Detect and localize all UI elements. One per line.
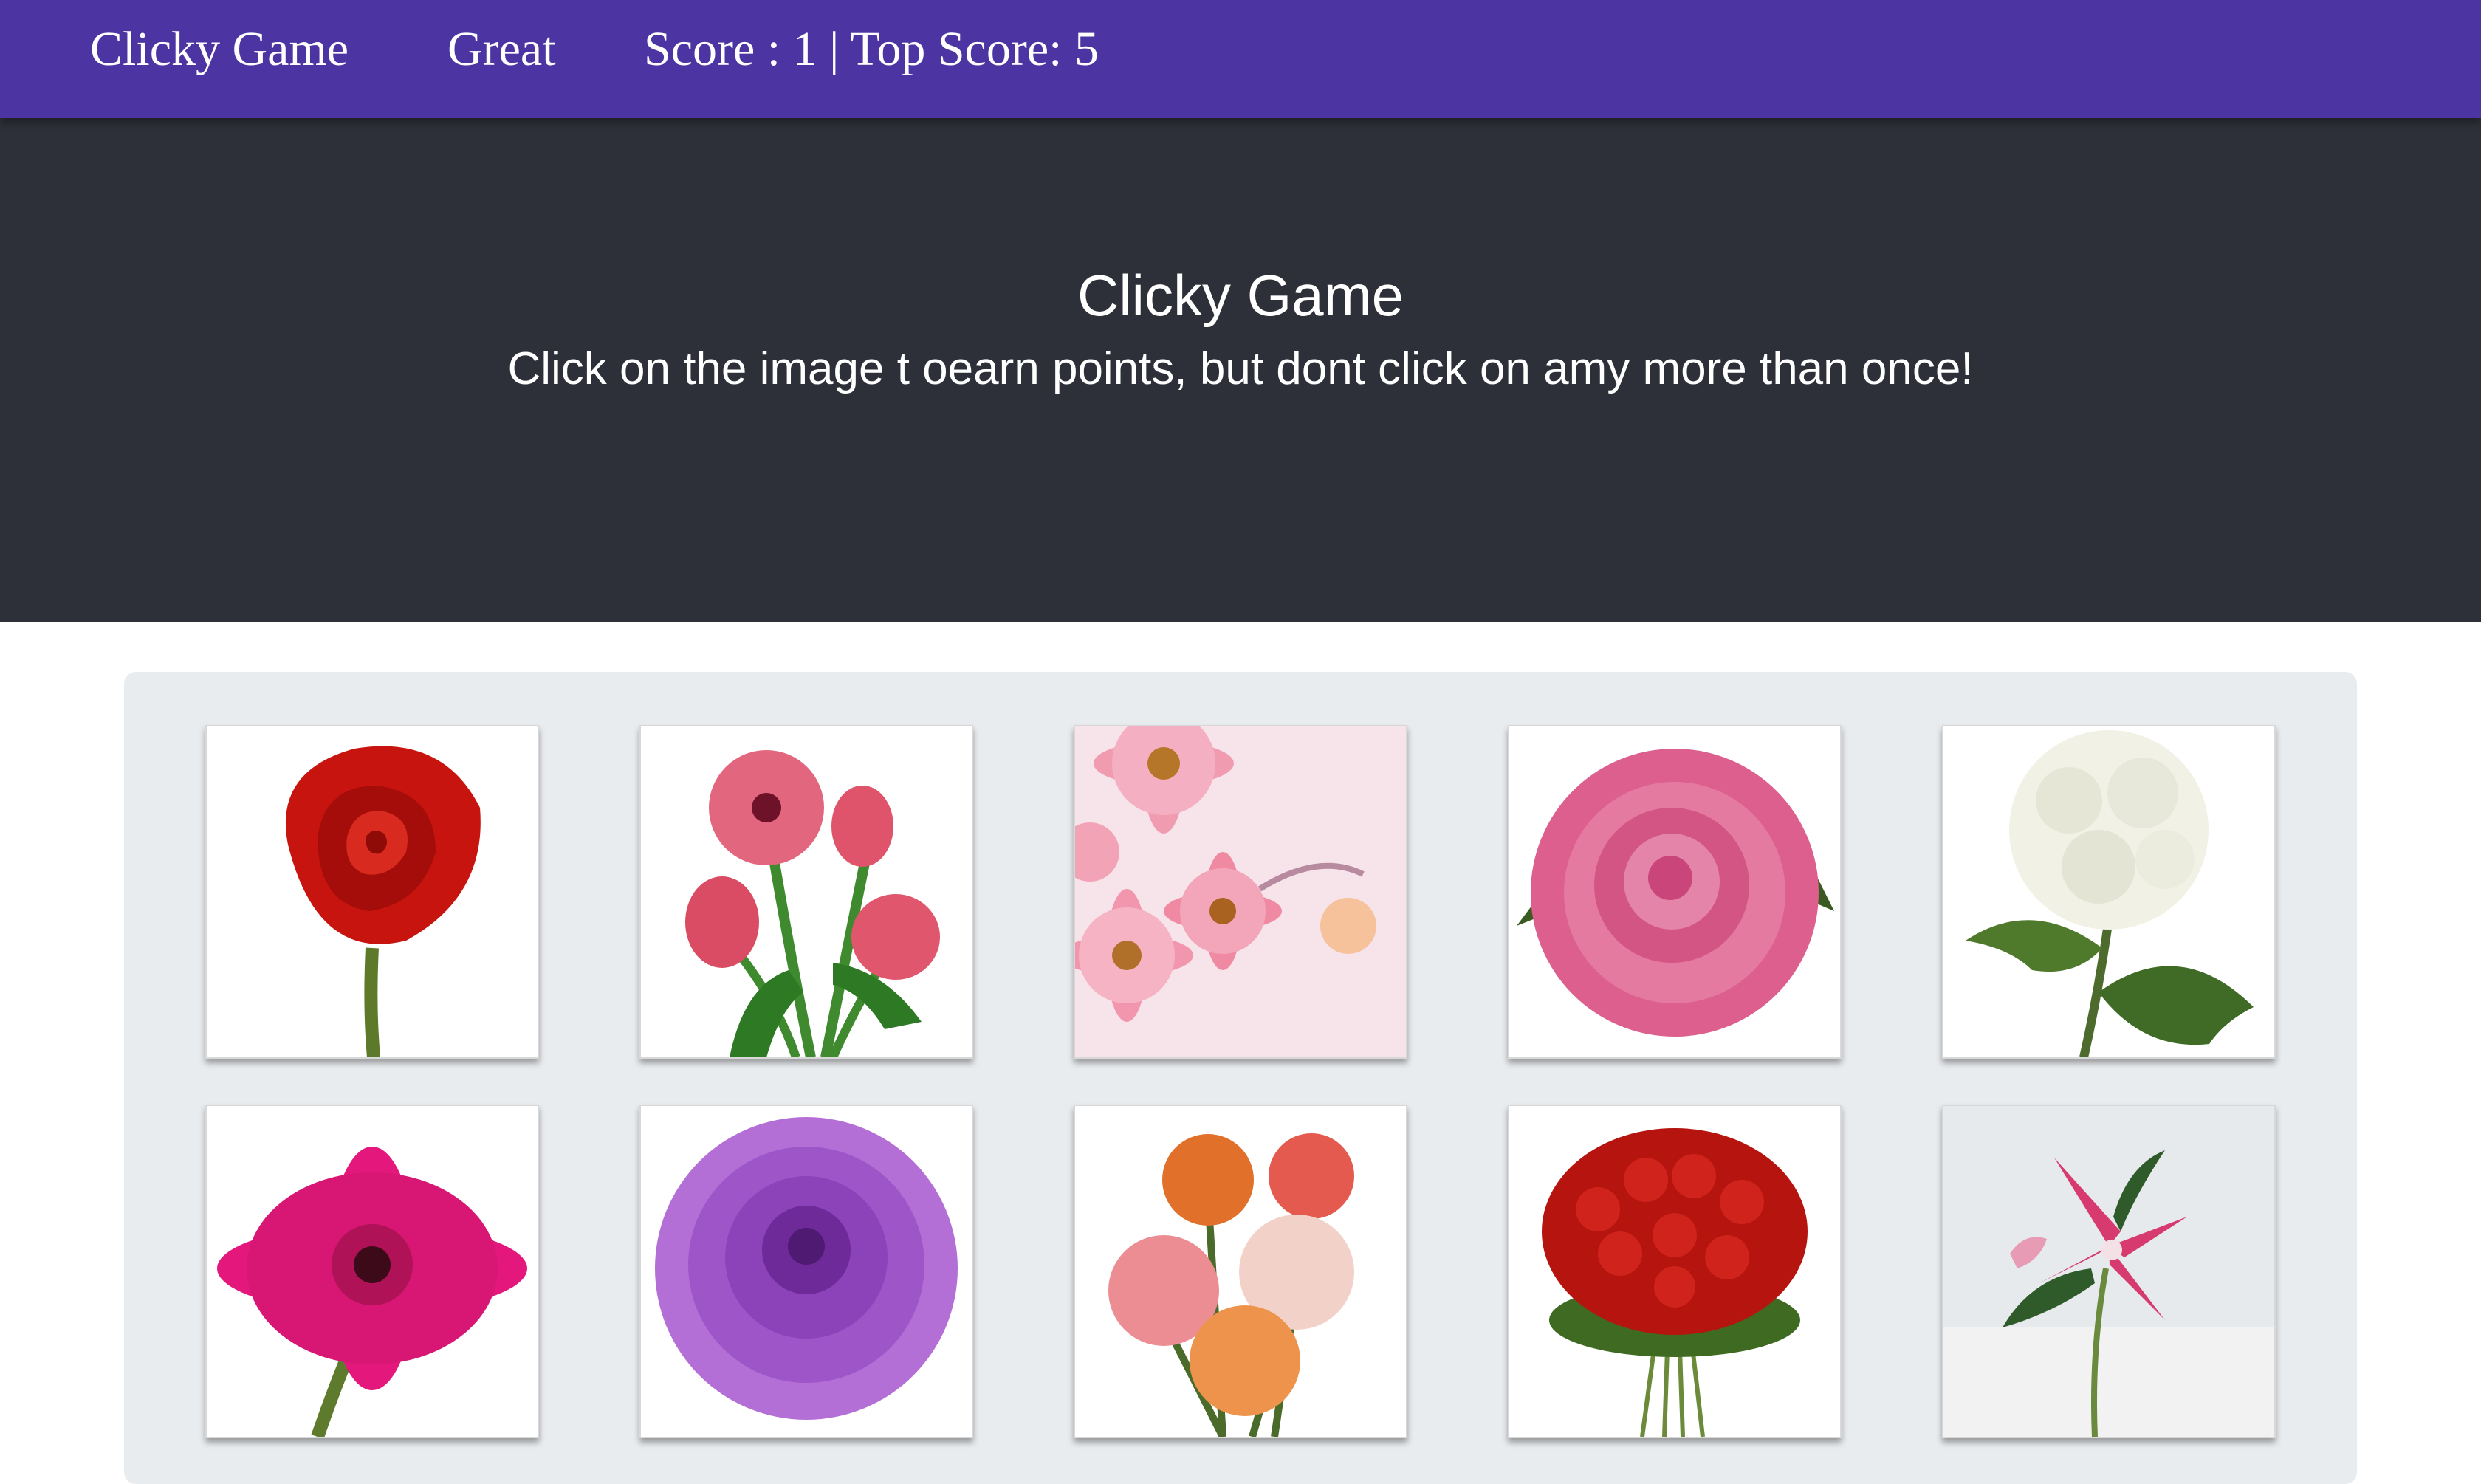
flower-card-pink-rose[interactable] <box>1508 725 1842 1059</box>
instructions-text: Click on the image t oearn points, but d… <box>507 343 1974 394</box>
purple-dahlia-icon <box>641 1106 972 1437</box>
mixed-roses-bouquet-icon <box>1075 1106 1406 1437</box>
pink-rose-icon <box>1509 726 1840 1057</box>
flower-card-purple-dahlia[interactable] <box>639 1105 973 1438</box>
red-roses-bouquet-icon <box>1509 1106 1840 1437</box>
navbar: Clicky Game Great Score : 1 | Top Score:… <box>0 0 2481 118</box>
red-rose-icon <box>207 726 538 1057</box>
flower-card-white-hydrangea[interactable] <box>1942 725 2276 1059</box>
pink-tulips-icon <box>641 726 972 1057</box>
flower-card-pink-tulips[interactable] <box>639 725 973 1059</box>
flower-card-red-rose[interactable] <box>205 725 539 1059</box>
flower-card-red-roses-bouquet[interactable] <box>1508 1105 1842 1438</box>
page-title: Clicky Game <box>1077 263 1404 328</box>
flower-card-mixed-roses[interactable] <box>1074 1105 1407 1438</box>
pink-daisies-icon <box>1075 726 1406 1057</box>
flower-card-pink-daisies[interactable] <box>1074 725 1407 1059</box>
guess-status-message: Great <box>447 22 556 76</box>
navbar-brand-link[interactable]: Clicky Game <box>90 16 349 83</box>
stargazer-lily-icon <box>1943 1106 2274 1437</box>
white-hydrangea-icon <box>1943 726 2274 1057</box>
card-grid <box>124 672 2357 1484</box>
header-banner: Clicky Game Click on the image t oearn p… <box>0 118 2481 622</box>
pink-gerbera-icon <box>207 1106 538 1437</box>
flower-card-pink-gerbera[interactable] <box>205 1105 539 1438</box>
score-display: Score : 1 | Top Score: 5 <box>644 22 1099 76</box>
flower-card-stargazer-lily[interactable] <box>1942 1105 2276 1438</box>
